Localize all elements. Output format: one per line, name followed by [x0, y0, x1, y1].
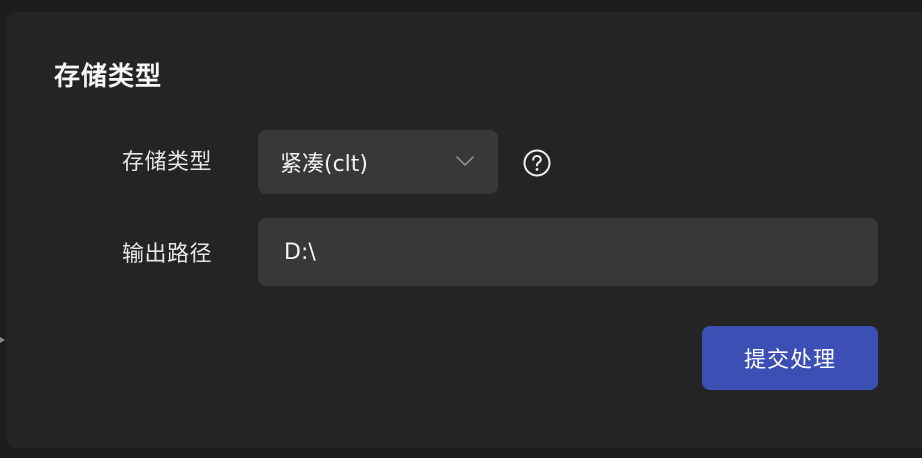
edge-caret-icon	[0, 337, 5, 343]
storage-settings-panel: 存储类型 存储类型 紧凑(clt) 输出路径 提交处理	[6, 12, 922, 448]
chevron-down-icon	[456, 156, 474, 166]
section-title: 存储类型	[54, 62, 163, 92]
question-circle-icon[interactable]	[522, 148, 552, 178]
storage-type-label: 存储类型	[122, 150, 213, 175]
output-path-input[interactable]	[258, 218, 878, 286]
storage-type-value: 紧凑(clt)	[280, 152, 369, 177]
output-path-label: 输出路径	[122, 242, 213, 267]
submit-button[interactable]: 提交处理	[702, 326, 878, 390]
storage-type-select[interactable]: 紧凑(clt)	[258, 130, 498, 194]
